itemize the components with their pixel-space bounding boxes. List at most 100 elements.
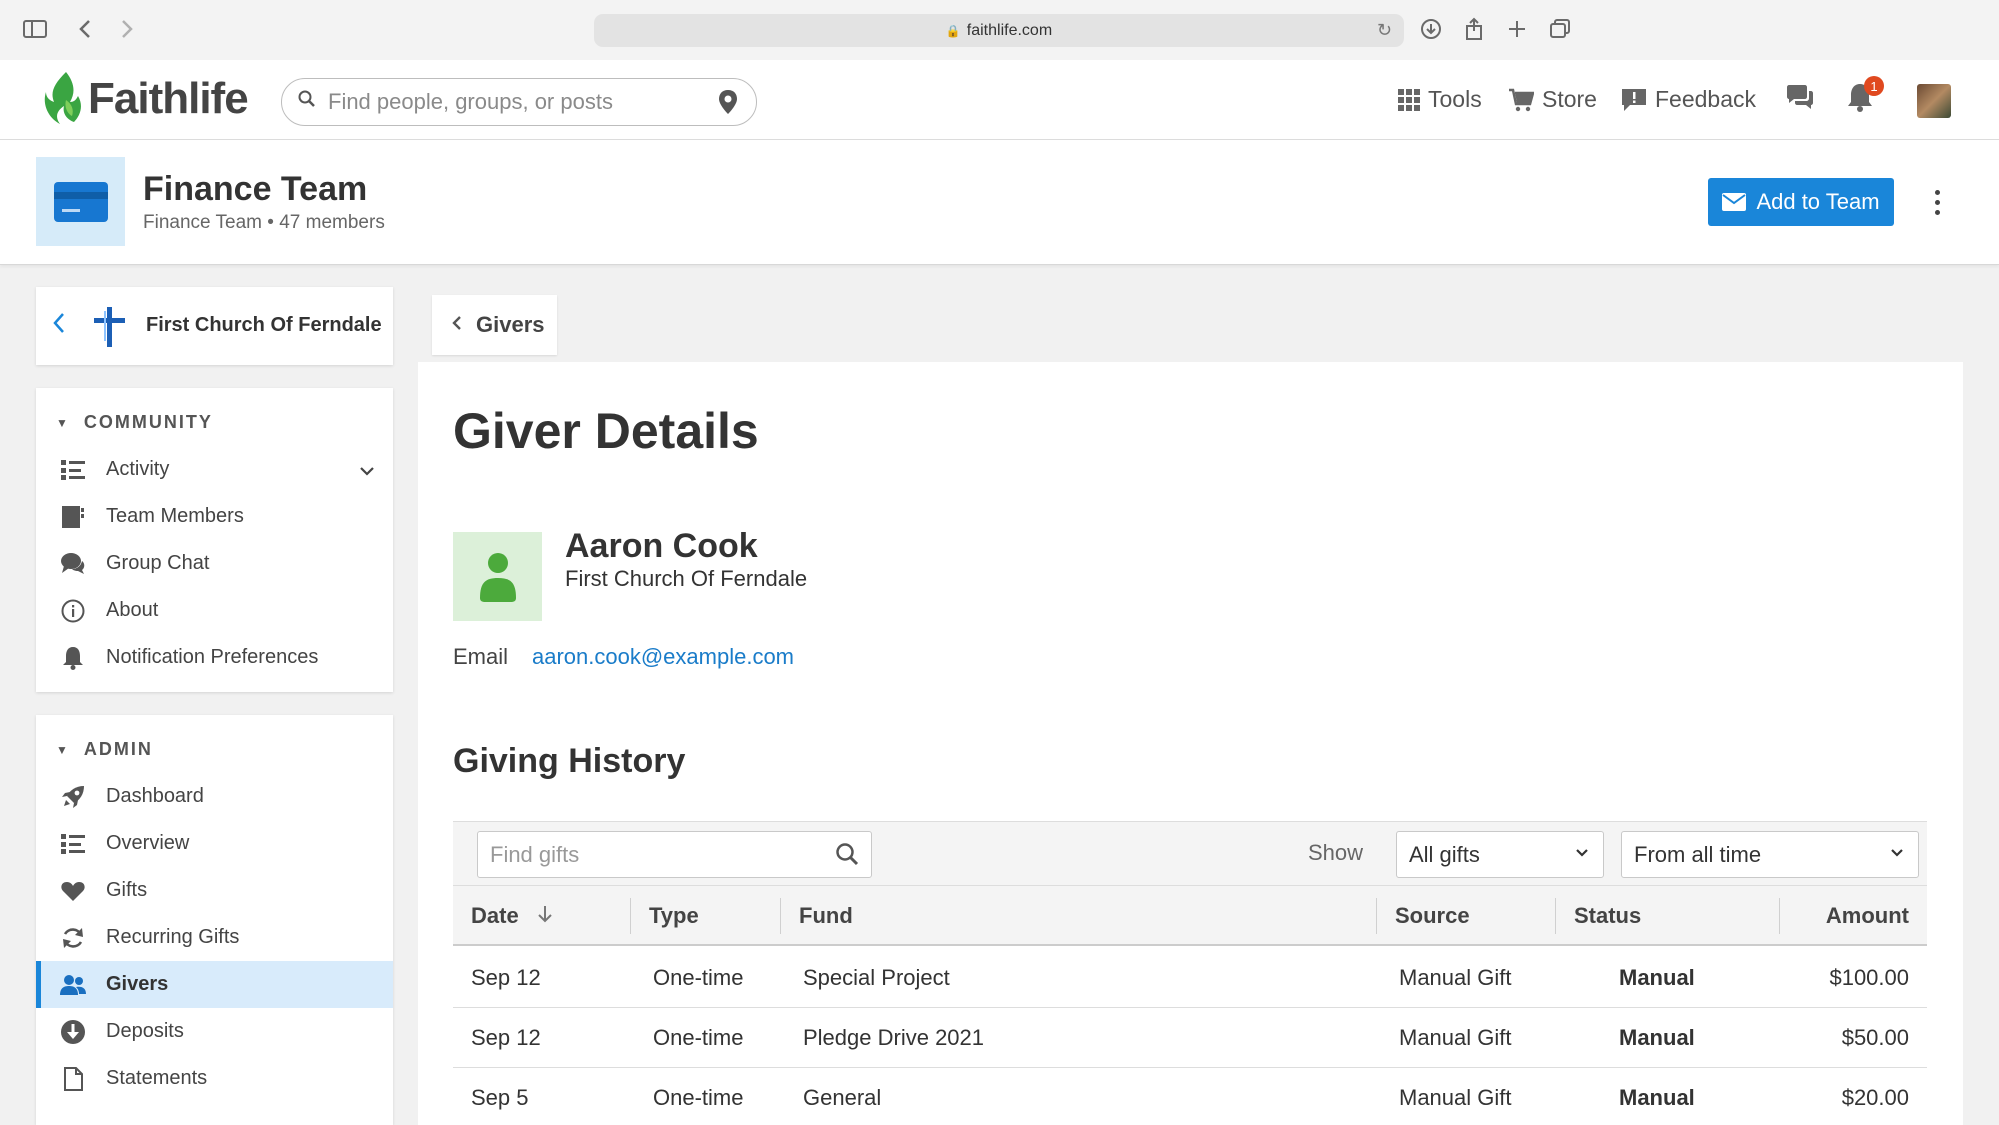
giver-name: Aaron Cook [565,527,758,565]
church-name[interactable]: First Church Of Ferndale [146,314,382,337]
new-tab-icon[interactable] [1502,14,1532,44]
gift-type: One-time [653,1085,744,1110]
gift-amount: $20.00 [1841,1085,1909,1110]
sidebar-item-about[interactable]: About [36,587,393,634]
nav-store[interactable]: Store [1508,86,1597,113]
forward-icon[interactable] [112,14,142,44]
time-range-value: From all time [1634,841,1762,867]
community-section-toggle[interactable]: ▼ COMMUNITY [56,412,213,433]
sidebar-item-label: Gifts [106,879,148,901]
faithlife-logo[interactable]: Faithlife [44,70,249,128]
gifts-table-header: Date Type Fund Source Status Amount [453,886,1927,946]
column-fund[interactable]: Fund [799,903,853,929]
download-icon[interactable] [1416,14,1446,44]
sidebar-item-givers[interactable]: Givers [36,961,393,1008]
table-row[interactable]: Sep 12 One-time Special Project Manual G… [453,948,1927,1008]
admin-heading: ADMIN [83,739,153,759]
sidebar-item-label: Recurring Gifts [106,926,240,948]
page-title: Giver Details [453,403,759,459]
gift-source: Manual Gift [1399,965,1512,990]
share-icon[interactable] [1459,14,1489,44]
sidebar-item-overview[interactable]: Overview [36,820,393,867]
giver-avatar [453,532,542,621]
gift-fund: Special Project [803,965,950,990]
sidebar-item-team-members[interactable]: Team Members [36,493,393,540]
lock-icon: 🔒 [945,23,961,38]
sidebar-item-label: Team Members [106,505,244,527]
messages-icon[interactable] [1785,84,1815,112]
community-heading: COMMUNITY [83,412,213,432]
gift-status: Manual [1619,1025,1695,1050]
sidebar-item-statements[interactable]: Statements [36,1055,393,1102]
cart-icon [1508,88,1534,112]
breadcrumb-label: Givers [476,312,545,337]
admin-section-toggle[interactable]: ▼ ADMIN [56,739,153,760]
sidebar-item-label: Dashboard [106,785,204,807]
sidebar-item-deposits[interactable]: Deposits [36,1008,393,1055]
search-icon [298,90,316,114]
member-count[interactable]: 47 members [279,212,385,233]
sidebar-item-label: About [106,599,159,621]
chevron-down-icon[interactable] [359,460,375,483]
sidebar-item-dashboard[interactable]: Dashboard [36,773,393,820]
email-label: Email [453,644,509,669]
time-range-select[interactable]: From all time [1621,831,1919,878]
giver-details-panel: Giver Details Aaron Cook First Church Of… [418,362,1963,1125]
list-icon [60,831,86,857]
tabs-overview-icon[interactable] [1545,14,1575,44]
admin-panel: ▼ ADMIN Dashboard Overview Gifts Recurri… [36,715,393,1125]
column-status[interactable]: Status [1574,903,1641,929]
users-icon [60,972,86,998]
sidebar-item-recurring-gifts[interactable]: Recurring Gifts [36,914,393,961]
add-to-team-button[interactable]: Add to Team [1708,178,1894,226]
sidebar-item-gifts[interactable]: Gifts [36,867,393,914]
team-header: Finance Team Finance Team • 47 members A… [0,140,1999,265]
table-row[interactable]: Sep 12 One-time Pledge Drive 2021 Manual… [453,1008,1927,1068]
triangle-down-icon: ▼ [56,415,70,430]
search-icon[interactable] [835,842,859,871]
sidebar-item-label: Activity [106,458,170,480]
email-link[interactable]: aaron.cook@example.com [532,644,794,670]
sidebar-item-group-chat[interactable]: Group Chat [36,540,393,587]
chevron-left-icon [452,315,462,336]
gift-status: Manual [1619,1085,1695,1110]
add-to-team-label: Add to Team [1756,189,1880,214]
notification-badge: 1 [1864,76,1884,96]
notifications-bell[interactable]: 1 [1846,76,1884,117]
giving-history-title: Giving History [453,742,686,780]
column-type[interactable]: Type [649,903,699,929]
table-row[interactable]: Sep 5 One-time General Manual Gift Manua… [453,1068,1927,1125]
heart-icon [60,878,86,904]
global-search[interactable] [281,78,757,126]
location-pin-icon[interactable] [718,89,738,120]
user-avatar[interactable] [1917,84,1951,118]
breadcrumb-givers[interactable]: Givers [432,295,557,355]
rocket-icon [60,784,86,810]
more-options-icon[interactable] [1925,182,1949,222]
sidebar-item-label: Givers [106,973,169,995]
address-bar[interactable]: 🔒 faithlife.com ↻ [594,14,1404,47]
triangle-down-icon: ▼ [56,742,70,757]
gift-fund: General [803,1085,882,1110]
column-date[interactable]: Date [471,903,553,930]
nav-tools[interactable]: Tools [1398,86,1482,113]
column-amount[interactable]: Amount [1826,903,1909,929]
find-gifts-field[interactable] [477,831,872,878]
reload-icon[interactable]: ↻ [1377,20,1392,41]
sidebar-item-activity[interactable]: Activity [36,446,393,493]
feedback-icon [1621,88,1647,112]
back-icon[interactable] [70,14,100,44]
gift-date: Sep 12 [471,965,541,990]
team-title: Finance Team [143,170,368,208]
nav-feedback[interactable]: Feedback [1621,86,1756,113]
sidebar-item-notification-preferences[interactable]: Notification Preferences [36,634,393,681]
gift-type-select[interactable]: All gifts [1396,831,1604,878]
person-icon [479,552,516,602]
sidebar-item-label: Notification Preferences [106,646,319,668]
team-subtitle: Finance Team • 47 members [143,212,385,233]
sidebar-toggle-icon[interactable] [20,14,50,44]
find-gifts-input[interactable] [490,841,820,868]
global-search-input[interactable] [328,89,708,115]
chevron-left-icon[interactable] [52,309,66,341]
column-source[interactable]: Source [1395,903,1470,929]
